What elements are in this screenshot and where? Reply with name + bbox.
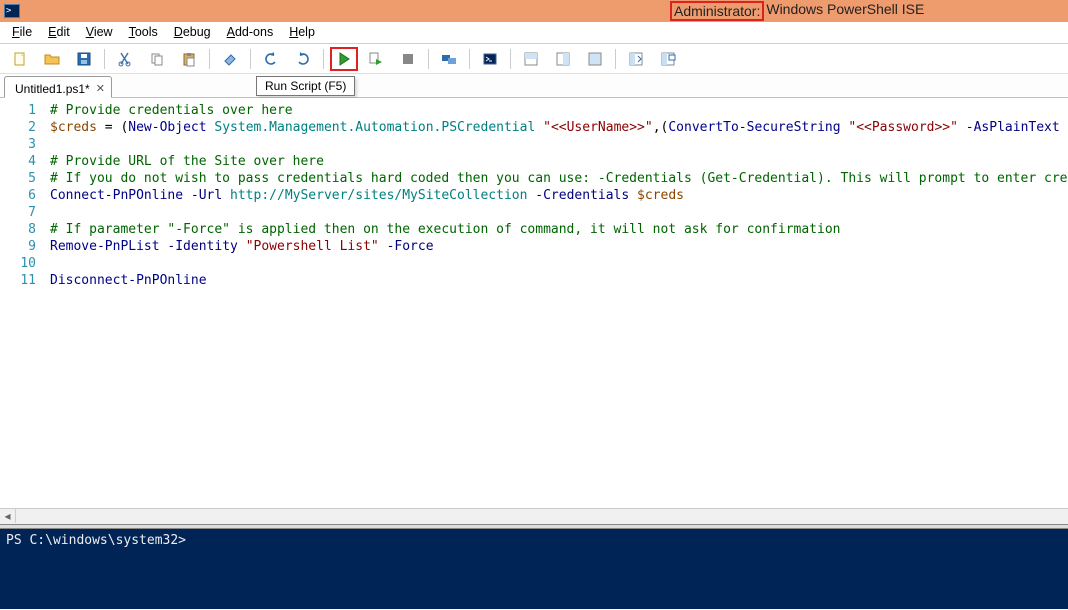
undo-icon	[263, 51, 279, 67]
administrator-badge: Administrator:	[670, 1, 764, 21]
remote-button[interactable]	[435, 47, 463, 71]
tab-close-button[interactable]: ✕	[96, 82, 105, 95]
powershell-tab-button[interactable]	[476, 47, 504, 71]
run-selection-icon	[368, 51, 384, 67]
app-title-text: Windows PowerShell ISE	[764, 1, 924, 21]
layout-script-top-button[interactable]	[517, 47, 545, 71]
clear-button[interactable]	[216, 47, 244, 71]
play-icon	[336, 51, 352, 67]
powershell-icon: >	[4, 4, 20, 18]
toolbar-separator	[250, 49, 251, 69]
run-selection-button[interactable]	[362, 47, 390, 71]
toolbar-separator	[510, 49, 511, 69]
toolbar	[0, 44, 1068, 74]
redo-button[interactable]	[289, 47, 317, 71]
command-addon-button[interactable]	[622, 47, 650, 71]
command-addon-button-2[interactable]	[654, 47, 682, 71]
paste-button[interactable]	[175, 47, 203, 71]
script-tab[interactable]: Untitled1.ps1* ✕	[4, 76, 112, 98]
save-icon	[76, 51, 92, 67]
powershell-tab-icon	[482, 51, 498, 67]
toolbar-separator	[428, 49, 429, 69]
line-number-gutter: 1234567891011	[0, 98, 42, 508]
menubar: File Edit View Tools Debug Add-ons Help	[0, 22, 1068, 44]
open-folder-icon	[44, 51, 60, 67]
menu-tools[interactable]: Tools	[121, 22, 166, 43]
titlebar: > Administrator: Windows PowerShell ISE	[0, 0, 1068, 22]
addon-left-icon	[628, 51, 644, 67]
layout-max-icon	[587, 51, 603, 67]
redo-icon	[295, 51, 311, 67]
console-pane[interactable]: PS C:\windows\system32>	[0, 529, 1068, 609]
copy-button[interactable]	[143, 47, 171, 71]
stop-button[interactable]	[394, 47, 422, 71]
eraser-icon	[222, 51, 238, 67]
layout-right-icon	[555, 51, 571, 67]
toolbar-separator	[323, 49, 324, 69]
toolbar-separator	[615, 49, 616, 69]
tabbar: Untitled1.ps1* ✕ Run Script (F5)	[0, 74, 1068, 98]
layout-top-icon	[523, 51, 539, 67]
console-prompt: PS C:\windows\system32>	[6, 533, 186, 548]
menu-debug[interactable]: Debug	[166, 22, 219, 43]
menu-edit[interactable]: Edit	[40, 22, 78, 43]
tab-label: Untitled1.ps1*	[15, 82, 90, 96]
open-button[interactable]	[38, 47, 66, 71]
editor-pane[interactable]: 1234567891011 # Provide credentials over…	[0, 98, 1068, 508]
paste-icon	[181, 51, 197, 67]
code-editor[interactable]: # Provide credentials over here $creds =…	[42, 98, 1068, 508]
copy-icon	[149, 51, 165, 67]
menu-file[interactable]: File	[4, 22, 40, 43]
run-script-button[interactable]	[330, 47, 358, 71]
menu-view[interactable]: View	[78, 22, 121, 43]
undo-button[interactable]	[257, 47, 285, 71]
new-file-icon	[12, 51, 28, 67]
remote-icon	[441, 51, 457, 67]
menu-help[interactable]: Help	[281, 22, 323, 43]
horizontal-scrollbar[interactable]: ◂	[0, 508, 1068, 524]
toolbar-separator	[469, 49, 470, 69]
new-button[interactable]	[6, 47, 34, 71]
cut-button[interactable]	[111, 47, 139, 71]
toolbar-separator	[104, 49, 105, 69]
toolbar-separator	[209, 49, 210, 69]
save-button[interactable]	[70, 47, 98, 71]
layout-script-max-button[interactable]	[581, 47, 609, 71]
run-script-tooltip: Run Script (F5)	[256, 76, 355, 96]
scroll-left-arrow[interactable]: ◂	[0, 509, 16, 523]
addon-popup-icon	[660, 51, 676, 67]
menu-addons[interactable]: Add-ons	[219, 22, 282, 43]
stop-icon	[400, 51, 416, 67]
window-title: Administrator: Windows PowerShell ISE	[670, 1, 924, 21]
cut-icon	[117, 51, 133, 67]
layout-script-right-button[interactable]	[549, 47, 577, 71]
